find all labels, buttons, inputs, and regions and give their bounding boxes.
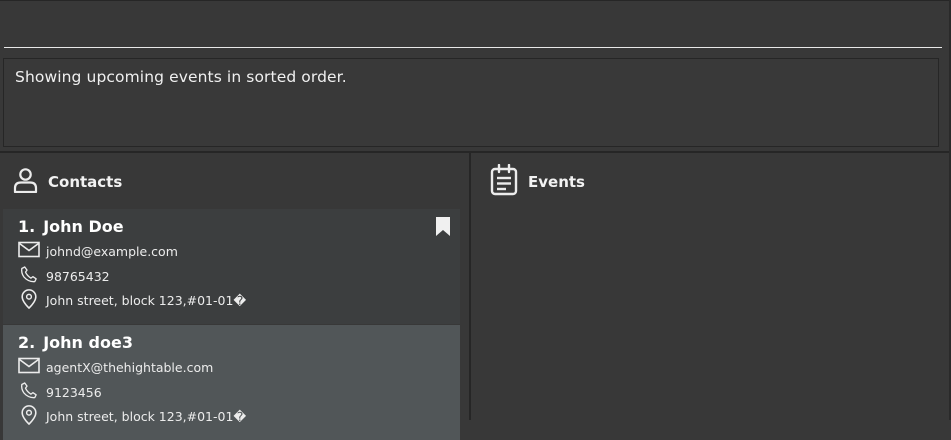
- phone-icon: [18, 265, 40, 287]
- location-icon: [18, 289, 40, 312]
- events-title: Events: [528, 173, 585, 191]
- calendar-icon: [490, 163, 518, 200]
- email-icon: [18, 357, 40, 377]
- person-icon: [13, 167, 38, 197]
- location-icon: [18, 405, 40, 428]
- contact-email-row: johnd@example.com: [18, 241, 178, 261]
- contact-name-line: 2. John doe3: [18, 333, 133, 352]
- contact-card[interactable]: 2. John doe3 agentX@thehightable.com 9123…: [3, 325, 460, 440]
- contacts-header: Contacts: [13, 167, 122, 197]
- bookmark-icon[interactable]: [436, 217, 450, 240]
- command-box: [0, 0, 951, 51]
- phone-icon: [18, 381, 40, 403]
- contact-card[interactable]: 1. John Doe johnd@example.com 98765432 Jo…: [3, 209, 460, 324]
- contact-email: agentX@thehightable.com: [46, 359, 214, 375]
- contact-address: John street, block 123,#01-01�: [46, 409, 247, 424]
- contact-phone-row: 9123456: [18, 381, 102, 403]
- contact-address: John street, block 123,#01-01�: [46, 293, 247, 308]
- result-display: Showing upcoming events in sorted order.: [3, 58, 939, 147]
- contact-phone-row: 98765432: [18, 265, 110, 287]
- contact-phone: 9123456: [46, 384, 102, 400]
- command-input[interactable]: [4, 9, 942, 48]
- events-header: Events: [490, 163, 585, 200]
- contact-name: John Doe: [43, 217, 124, 236]
- contact-index: 1.: [18, 217, 36, 236]
- email-icon: [18, 241, 40, 261]
- contact-email: johnd@example.com: [46, 243, 178, 259]
- contact-name-line: 1. John Doe: [18, 217, 124, 236]
- contact-address-row: John street, block 123,#01-01�: [18, 289, 246, 312]
- contact-address-row: John street, block 123,#01-01�: [18, 405, 246, 428]
- section-divider: [0, 151, 951, 153]
- contact-phone: 98765432: [46, 268, 110, 284]
- contact-index: 2.: [18, 333, 36, 352]
- contact-email-row: agentX@thehightable.com: [18, 357, 213, 377]
- contacts-title: Contacts: [48, 173, 123, 191]
- panel-divider[interactable]: [469, 153, 471, 420]
- contact-name: John doe3: [43, 333, 133, 352]
- result-message: Showing upcoming events in sorted order.: [15, 68, 347, 86]
